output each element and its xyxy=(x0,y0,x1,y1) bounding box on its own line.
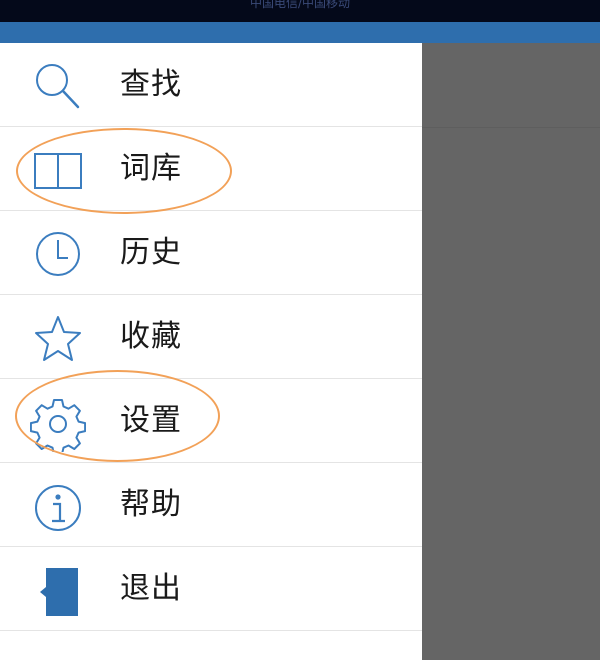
dimmed-content-area[interactable] xyxy=(422,43,600,660)
menu-item-label: 退出 xyxy=(120,571,182,606)
menu-item-help[interactable]: 帮助 xyxy=(0,463,422,547)
carrier-text: 中国电信/中国移动 xyxy=(249,0,351,10)
menu-item-label: 帮助 xyxy=(120,487,182,522)
menu-item-favorites[interactable]: 收藏 xyxy=(0,295,422,379)
menu-item-exit[interactable]: 退出 xyxy=(0,547,422,631)
header-strip xyxy=(0,22,600,43)
star-icon xyxy=(30,312,86,368)
status-bar: 中国电信/中国移动 xyxy=(0,0,600,22)
menu-item-label: 收藏 xyxy=(120,319,182,354)
clock-icon xyxy=(30,228,86,284)
divider xyxy=(422,127,600,128)
menu-item-label: 查找 xyxy=(120,67,182,102)
menu-item-label: 历史 xyxy=(120,235,182,270)
menu-item-search[interactable]: 查找 xyxy=(0,43,422,127)
highlight-circle-settings xyxy=(15,370,220,462)
info-icon xyxy=(30,480,86,536)
highlight-circle-library xyxy=(16,128,232,214)
search-icon xyxy=(30,60,86,116)
menu-item-history[interactable]: 历史 xyxy=(0,211,422,295)
exit-door-icon xyxy=(30,564,86,620)
